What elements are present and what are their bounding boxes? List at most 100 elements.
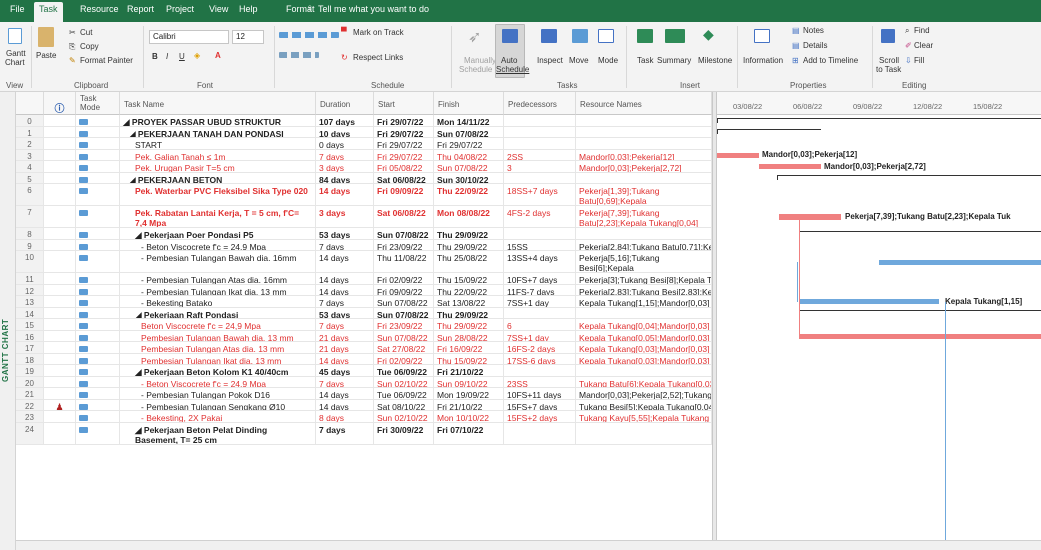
predecessors-cell[interactable]: 10FS+11 days: [504, 388, 576, 399]
row-id[interactable]: 19: [16, 365, 44, 376]
move-button[interactable]: Move: [569, 56, 589, 65]
table-row[interactable]: 6 Pek. Waterbar PVC Fleksibel Sika Type 0…: [16, 184, 712, 206]
duration-cell[interactable]: 14 days: [316, 273, 374, 284]
start-cell[interactable]: Sun 07/08/22: [374, 330, 434, 341]
start-cell[interactable]: Thu 11/08/22: [374, 251, 434, 272]
row-id[interactable]: 20: [16, 376, 44, 387]
task-name-cell[interactable]: - Pembesian Tulangan Sengkang Ø10: [120, 399, 316, 410]
summary-bar-tanah[interactable]: [717, 129, 821, 135]
duration-cell[interactable]: 10 days: [316, 126, 374, 137]
finish-cell[interactable]: Mon 08/08/22: [434, 206, 504, 227]
resource-names-cell[interactable]: Pekerja[1,39];Tukang Batu[0,69];Kepala T…: [576, 184, 712, 205]
tab-file[interactable]: File: [10, 4, 25, 14]
task-name-cell[interactable]: Pek. Galian Tanah ≤ 1m: [120, 149, 316, 160]
table-row[interactable]: 24 ◢ Pekerjaan Beton Pelat Dinding Baseme…: [16, 422, 712, 445]
milestone-button[interactable]: Milestone: [698, 56, 732, 65]
resource-names-cell[interactable]: [576, 422, 712, 444]
predecessors-cell[interactable]: [504, 365, 576, 376]
tell-me-search[interactable]: Tell me what you want to do: [318, 4, 429, 14]
finish-cell[interactable]: Thu 15/09/22: [434, 273, 504, 284]
start-cell[interactable]: Sat 06/08/22: [374, 206, 434, 227]
task-name-cell[interactable]: ◢ PEKERJAAN BETON: [120, 172, 316, 183]
table-row[interactable]: 22 ♟ - Pembesian Tulangan Sengkang Ø10 14 d…: [16, 399, 712, 411]
finish-cell[interactable]: Thu 04/08/22: [434, 149, 504, 160]
task-name-cell[interactable]: Pek. Waterbar PVC Fleksibel Sika Type 02…: [120, 184, 316, 205]
finish-cell[interactable]: Sun 07/08/22: [434, 126, 504, 137]
notes-button[interactable]: Notes: [803, 26, 824, 35]
duration-cell[interactable]: 14 days: [316, 353, 374, 364]
resource-names-cell[interactable]: Mandor[0,03];Pekerja[2,72]: [576, 161, 712, 172]
start-cell[interactable]: Fri 29/07/22: [374, 149, 434, 160]
predecessors-cell[interactable]: [504, 422, 576, 444]
copy-button[interactable]: Copy: [80, 42, 99, 51]
start-cell[interactable]: Sat 06/08/22: [374, 172, 434, 183]
start-cell[interactable]: Fri 23/09/22: [374, 319, 434, 330]
indicators-column-header[interactable]: ⓘ: [44, 92, 76, 115]
resource-names-cell[interactable]: Pekerja[5,16];Tukang Besi[6];Kepala Tuka…: [576, 251, 712, 272]
finish-cell[interactable]: Mon 10/10/22: [434, 411, 504, 422]
resource-names-cell[interactable]: [576, 365, 712, 376]
duration-cell[interactable]: 14 days: [316, 399, 374, 410]
row-id[interactable]: 23: [16, 411, 44, 422]
finish-cell[interactable]: Thu 29/09/22: [434, 228, 504, 239]
table-row[interactable]: 11 - Pembesian Tulangan Atas dia. 16mm 14 …: [16, 273, 712, 285]
information-button[interactable]: Information: [743, 56, 783, 65]
finish-cell[interactable]: Thu 29/09/22: [434, 239, 504, 250]
task-name-column-header[interactable]: Task Name: [120, 92, 316, 115]
paste-button[interactable]: Paste: [36, 51, 56, 60]
resource-names-cell[interactable]: Tukang Batu[6];Kepala Tukang[0,03]: [576, 376, 712, 387]
task-name-cell[interactable]: Pek. Rabatan Lantai Kerja, T = 5 cm, f'C…: [120, 206, 316, 227]
duration-cell[interactable]: 14 days: [316, 251, 374, 272]
summary-bar-beton[interactable]: [777, 175, 1041, 181]
predecessors-cell[interactable]: [504, 307, 576, 318]
gantt-chart-icon[interactable]: [8, 28, 22, 44]
resource-names-cell[interactable]: Pekerja[2,83];Tukang Besi[2,83];Kepala: [576, 284, 712, 295]
start-cell[interactable]: Sun 07/08/22: [374, 296, 434, 307]
duration-cell[interactable]: 7 days: [316, 149, 374, 160]
table-row[interactable]: 23 - Bekesting, 2X Pakai 8 days Sun 02/10/2…: [16, 411, 712, 423]
summary-bar-poer[interactable]: [799, 230, 1041, 236]
resource-names-cell[interactable]: [576, 172, 712, 183]
indent-link-icons[interactable]: [279, 52, 319, 58]
start-cell[interactable]: Fri 29/07/22: [374, 138, 434, 149]
duration-cell[interactable]: 3 days: [316, 161, 374, 172]
predecessors-cell[interactable]: [504, 126, 576, 137]
format-painter-button[interactable]: Format Painter: [80, 56, 133, 65]
table-row[interactable]: 3 Pek. Galian Tanah ≤ 1m 7 days Fri 29/07/2…: [16, 149, 712, 161]
table-row[interactable]: 0 ◢ PROYEK PASSAR UBUD STRUKTUR 107 days Fr…: [16, 115, 712, 127]
finish-cell[interactable]: Sun 28/08/22: [434, 330, 504, 341]
finish-cell[interactable]: Thu 29/09/22: [434, 319, 504, 330]
start-cell[interactable]: Fri 29/07/22: [374, 115, 434, 126]
resource-names-cell[interactable]: [576, 307, 712, 318]
table-row[interactable]: 13 - Bekesting Batako 7 days Sun 07/08/22 Sa…: [16, 296, 712, 308]
start-cell[interactable]: Fri 02/09/22: [374, 273, 434, 284]
task-name-cell[interactable]: Pek. Urugan Pasir T=5 cm: [120, 161, 316, 172]
clear-button[interactable]: Clear: [914, 41, 933, 50]
row-id[interactable]: 2: [16, 138, 44, 149]
row-id[interactable]: 9: [16, 239, 44, 250]
row-id[interactable]: 0: [16, 115, 44, 126]
font-color-icon[interactable]: A: [215, 51, 221, 60]
predecessors-cell[interactable]: 18SS+7 days: [504, 184, 576, 205]
duration-cell[interactable]: 7 days: [316, 239, 374, 250]
duration-cell[interactable]: 7 days: [316, 296, 374, 307]
row-id[interactable]: 13: [16, 296, 44, 307]
start-cell[interactable]: Fri 23/09/22: [374, 239, 434, 250]
finish-cell[interactable]: Sun 09/10/22: [434, 376, 504, 387]
start-column-header[interactable]: Start: [374, 92, 434, 115]
row-id[interactable]: 16: [16, 330, 44, 341]
table-row[interactable]: 10 - Pembesian Tulangan Bawah dia. 16mm 14…: [16, 251, 712, 273]
task-name-cell[interactable]: ◢ Pekerjaan Raft Pondasi: [120, 307, 316, 318]
gantt-bar-bekesting[interactable]: [799, 299, 939, 305]
highlight-icon[interactable]: ◈: [194, 51, 200, 60]
resource-names-cell[interactable]: [576, 115, 712, 126]
resource-names-cell[interactable]: Pekerja[7,39];Tukang Batu[2,23];Kepala T…: [576, 206, 712, 227]
duration-cell[interactable]: 53 days: [316, 228, 374, 239]
predecessors-cell[interactable]: 15FS+2 days: [504, 411, 576, 422]
tab-view[interactable]: View: [209, 4, 228, 14]
row-id[interactable]: 5: [16, 172, 44, 183]
resource-overallocated-icon[interactable]: ♟: [55, 402, 63, 411]
predecessors-cell[interactable]: 7SS+1 day: [504, 330, 576, 341]
duration-cell[interactable]: 8 days: [316, 411, 374, 422]
horizontal-scrollbar[interactable]: [16, 540, 1041, 550]
